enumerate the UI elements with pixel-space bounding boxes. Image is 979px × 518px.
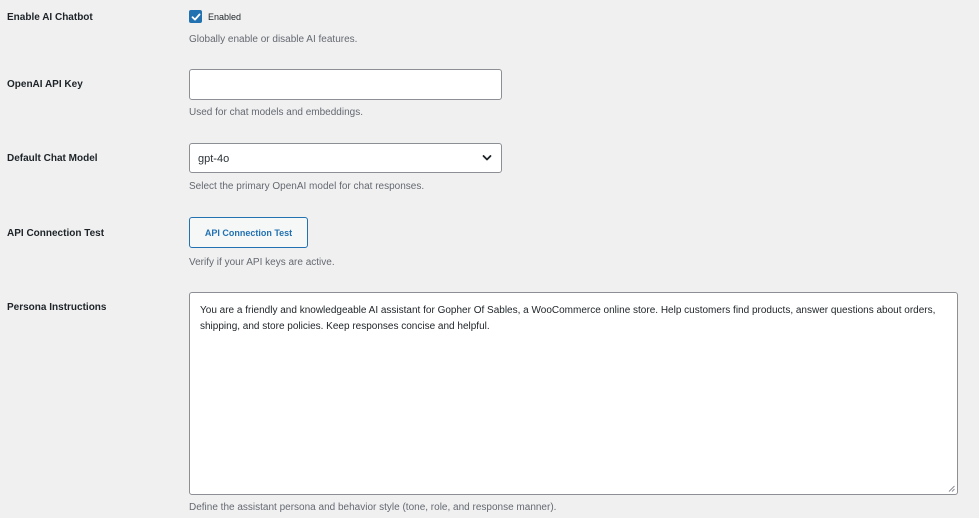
chat-model-label: Default Chat Model [7, 153, 98, 164]
connection-test-description: Verify if your API keys are active. [189, 257, 335, 268]
api-key-label: OpenAI API Key [7, 79, 83, 90]
chat-model-select[interactable]: gpt-4o [189, 143, 502, 173]
api-key-description: Used for chat models and embeddings. [189, 107, 363, 118]
enable-chatbot-checkbox-label[interactable]: Enabled [208, 12, 241, 22]
chevron-down-icon [482, 154, 492, 162]
api-key-input[interactable] [189, 69, 502, 100]
connection-test-label: API Connection Test [7, 228, 105, 239]
chat-model-description: Select the primary OpenAI model for chat… [189, 181, 425, 192]
checkmark-icon [191, 12, 201, 22]
resize-handle-icon[interactable] [948, 485, 955, 492]
enable-chatbot-checkbox[interactable] [189, 10, 202, 23]
api-connection-test-button[interactable]: API Connection Test [189, 217, 308, 248]
enable-chatbot-label: Enable AI Chatbot [7, 12, 93, 23]
persona-textarea[interactable]: You are a friendly and knowledgeable AI … [189, 292, 958, 495]
persona-label: Persona Instructions [7, 302, 107, 313]
persona-text: You are a friendly and knowledgeable AI … [200, 305, 936, 332]
persona-description: Define the assistant persona and behavio… [189, 502, 557, 513]
enable-chatbot-description: Globally enable or disable AI features. [189, 34, 358, 45]
chat-model-selected-value: gpt-4o [198, 153, 230, 165]
